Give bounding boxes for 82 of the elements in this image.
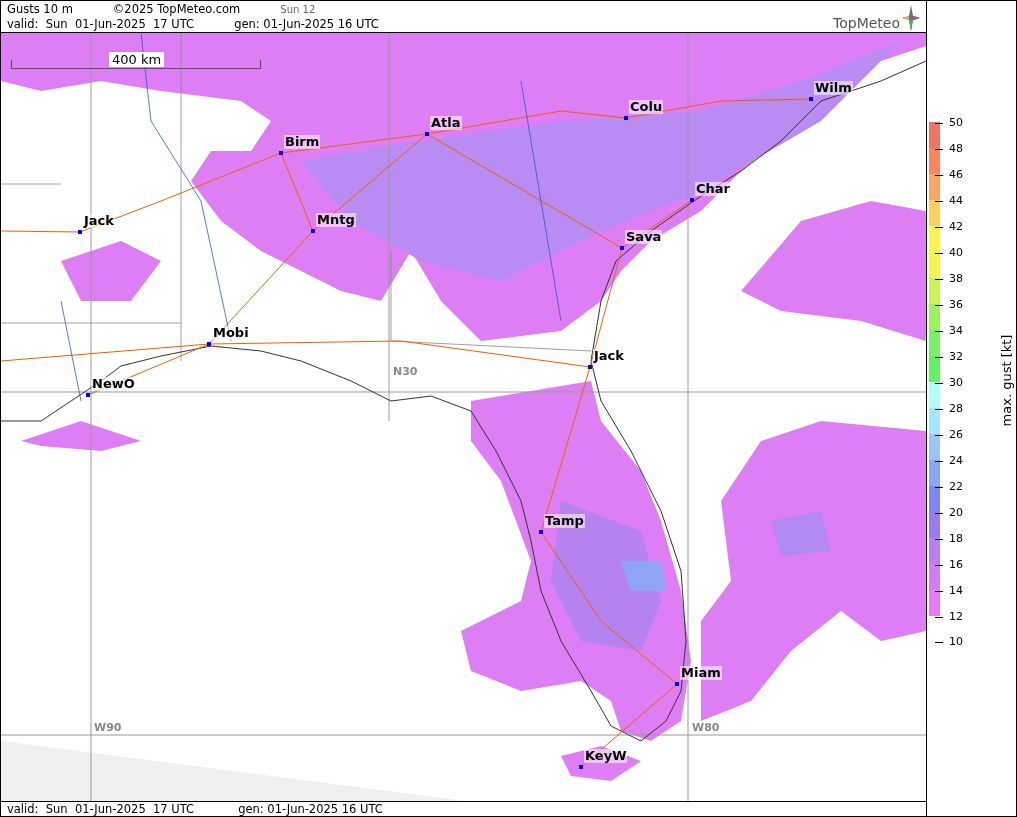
logo-text: TopMeteo bbox=[833, 14, 900, 31]
tick-label: 14 bbox=[949, 584, 963, 598]
tick-label: 24 bbox=[949, 454, 963, 468]
tick-label: 44 bbox=[949, 194, 963, 208]
tick-mark bbox=[935, 487, 943, 488]
tick-mark bbox=[935, 253, 943, 254]
tick-label: 32 bbox=[949, 350, 963, 364]
city-marker-icon bbox=[78, 229, 82, 234]
valid-time: valid: Sun 01-Jun-2025 17 UTC bbox=[7, 802, 195, 816]
city-marker-icon bbox=[809, 96, 813, 101]
tick-mark bbox=[935, 357, 943, 358]
tick-mark bbox=[935, 461, 943, 462]
run-label: Sun 12 bbox=[280, 4, 316, 15]
tick-label: 34 bbox=[949, 324, 963, 338]
tick-mark bbox=[935, 435, 943, 436]
city-label: Birm bbox=[284, 134, 321, 149]
city-label: Jack bbox=[83, 213, 115, 228]
tick-mark bbox=[935, 409, 943, 410]
tick-mark bbox=[935, 201, 943, 202]
city-label: Mobi bbox=[212, 325, 250, 340]
generated-time: gen: 01-Jun-2025 16 UTC bbox=[234, 16, 379, 31]
city-label: Jack bbox=[593, 348, 625, 363]
tick-mark bbox=[935, 331, 943, 332]
city-label: Colu bbox=[629, 99, 664, 114]
tick-mark bbox=[935, 279, 943, 280]
city-label: KeyW bbox=[584, 748, 628, 763]
city-marker-icon bbox=[207, 341, 211, 346]
city-marker-icon bbox=[425, 131, 429, 136]
tick-mark bbox=[935, 565, 943, 566]
tick-label: 10 bbox=[949, 635, 963, 649]
city-marker-icon bbox=[86, 392, 90, 397]
city-label: Wilm bbox=[814, 80, 853, 95]
tick-label: 42 bbox=[949, 220, 963, 234]
tick-label: 48 bbox=[949, 142, 963, 156]
city-marker-icon bbox=[539, 529, 543, 534]
map-title: Gusts 10 m bbox=[7, 2, 73, 16]
tick-label: 26 bbox=[949, 428, 963, 442]
grid-label: W80 bbox=[692, 721, 720, 734]
tick-mark bbox=[935, 383, 943, 384]
copyright-text: ©2025 TopMeteo.com bbox=[112, 2, 241, 16]
tick-label: 40 bbox=[949, 246, 963, 260]
tick-label: 16 bbox=[949, 558, 963, 572]
tick-mark bbox=[935, 149, 943, 150]
tick-mark bbox=[935, 123, 943, 124]
tick-mark bbox=[935, 591, 943, 592]
city-marker-icon bbox=[311, 228, 315, 233]
grid-label: N30 bbox=[393, 365, 418, 378]
tick-label: 30 bbox=[949, 376, 963, 390]
tick-mark bbox=[935, 642, 943, 643]
tick-mark bbox=[935, 539, 943, 540]
city-marker-icon bbox=[620, 245, 624, 250]
tick-mark bbox=[935, 175, 943, 176]
tick-label: 18 bbox=[949, 532, 963, 546]
tick-label: 22 bbox=[949, 480, 963, 494]
city-label: Char bbox=[695, 181, 731, 196]
tick-label: 50 bbox=[949, 116, 963, 130]
tick-label: 12 bbox=[949, 610, 963, 624]
city-label: Atla bbox=[430, 115, 462, 130]
tick-label: 38 bbox=[949, 272, 963, 286]
city-marker-icon bbox=[588, 364, 592, 369]
tick-label: 20 bbox=[949, 506, 963, 520]
city-label: Mntg bbox=[316, 212, 356, 227]
tick-mark bbox=[935, 305, 943, 306]
tick-mark bbox=[935, 227, 943, 228]
city-label: NewO bbox=[91, 376, 136, 391]
tick-label: 36 bbox=[949, 298, 963, 312]
city-label: Sava bbox=[625, 229, 663, 244]
city-marker-icon bbox=[279, 150, 283, 155]
legend-title: max. gust [kt] bbox=[999, 334, 1015, 427]
grid-label: W90 bbox=[94, 721, 122, 734]
city-marker-icon bbox=[624, 115, 628, 120]
city-marker-icon bbox=[579, 764, 583, 769]
generated-time: gen: 01-Jun-2025 16 UTC bbox=[238, 802, 383, 816]
tick-mark bbox=[935, 617, 943, 618]
city-label: Tamp bbox=[544, 513, 585, 528]
valid-time: valid: Sun 01-Jun-2025 17 UTC bbox=[7, 16, 195, 31]
tick-label: 28 bbox=[949, 402, 963, 416]
tick-mark bbox=[935, 513, 943, 514]
city-marker-icon bbox=[675, 681, 679, 686]
city-label: Miam bbox=[680, 665, 722, 680]
tick-label: 46 bbox=[949, 168, 963, 182]
city-marker-icon bbox=[690, 197, 694, 202]
